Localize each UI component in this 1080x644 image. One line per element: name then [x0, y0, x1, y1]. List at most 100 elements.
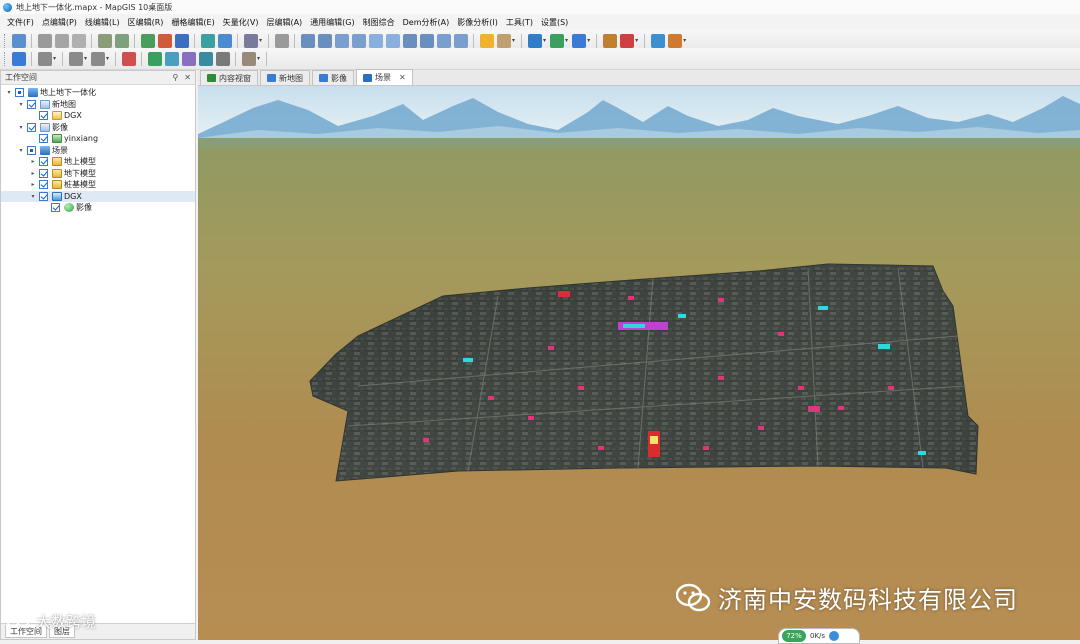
- chart6-icon[interactable]: [385, 33, 400, 48]
- chart10-icon[interactable]: [453, 33, 468, 48]
- menu-item[interactable]: 栅格编辑(E): [167, 17, 218, 28]
- chart2-icon[interactable]: [317, 33, 332, 48]
- pin-icon[interactable]: ⚲: [172, 73, 178, 82]
- expand-toggle-icon[interactable]: ▾: [17, 101, 25, 108]
- camera-icon[interactable]: [243, 33, 258, 48]
- cut-icon[interactable]: [54, 33, 69, 48]
- chart7-icon[interactable]: [402, 33, 417, 48]
- tree-node[interactable]: DGX: [1, 110, 195, 122]
- help-icon[interactable]: [650, 33, 665, 48]
- visibility-checkbox[interactable]: [39, 168, 48, 178]
- menu-item[interactable]: 矢量化(V): [219, 17, 263, 28]
- flow-icon[interactable]: [198, 51, 213, 66]
- edit-attr-icon[interactable]: [114, 33, 129, 48]
- document-tab[interactable]: 影像: [312, 70, 354, 85]
- close-icon[interactable]: ✕: [184, 73, 191, 82]
- dropdown-arrow-icon[interactable]: ▾: [635, 37, 638, 44]
- menu-item[interactable]: 工具(T): [502, 17, 537, 28]
- tree-node[interactable]: ▾ 地上地下一体化: [1, 87, 195, 99]
- print-icon[interactable]: [121, 51, 136, 66]
- visibility-checkbox[interactable]: [39, 180, 48, 190]
- settings-icon[interactable]: [667, 33, 682, 48]
- chart4-icon[interactable]: [351, 33, 366, 48]
- visibility-checkbox[interactable]: [39, 134, 48, 144]
- dropdown-arrow-icon[interactable]: ▾: [683, 37, 686, 44]
- expand-toggle-icon[interactable]: ▾: [17, 124, 25, 131]
- menu-item[interactable]: Dem分析(A): [399, 17, 454, 28]
- attribute-icon[interactable]: [68, 51, 83, 66]
- visibility-checkbox[interactable]: [15, 88, 24, 98]
- home-icon[interactable]: [549, 33, 564, 48]
- tree-node[interactable]: ▸ 地下模型: [1, 168, 195, 180]
- menu-item[interactable]: 区编辑(R): [124, 17, 168, 28]
- menu-item[interactable]: 文件(F): [3, 17, 38, 28]
- menu-item[interactable]: 影像分析(I): [453, 17, 502, 28]
- remove-layer-icon[interactable]: [157, 33, 172, 48]
- export-icon[interactable]: [241, 51, 256, 66]
- query-icon[interactable]: [90, 51, 105, 66]
- tree-node[interactable]: ▸ 地上模型: [1, 156, 195, 168]
- chart5-icon[interactable]: [368, 33, 383, 48]
- menu-item[interactable]: 点编辑(P): [38, 17, 81, 28]
- menu-item[interactable]: 制图综合: [359, 17, 399, 28]
- buffer-icon[interactable]: [164, 51, 179, 66]
- scene-view[interactable]: [198, 86, 1080, 640]
- expand-toggle-icon[interactable]: ▸: [29, 181, 37, 188]
- menu-item[interactable]: 设置(S): [537, 17, 572, 28]
- open-icon[interactable]: [11, 33, 26, 48]
- save-icon[interactable]: [174, 33, 189, 48]
- toolbar-grip[interactable]: [4, 51, 7, 66]
- document-tab[interactable]: 内容视窗: [200, 70, 258, 85]
- menu-item[interactable]: 线编辑(L): [81, 17, 124, 28]
- network-status-widget[interactable]: 72% 0K/s: [778, 628, 860, 644]
- layer-manage-icon[interactable]: [37, 51, 52, 66]
- tree-node[interactable]: ▾ 新地图: [1, 99, 195, 111]
- copy-icon[interactable]: [37, 33, 52, 48]
- grid-icon[interactable]: [571, 33, 586, 48]
- dropdown-arrow-icon[interactable]: ▾: [512, 37, 515, 44]
- visibility-checkbox[interactable]: [27, 145, 36, 155]
- paste-icon[interactable]: [71, 33, 86, 48]
- expand-toggle-icon[interactable]: ▸: [29, 170, 37, 177]
- menu-item[interactable]: 层编辑(A): [262, 17, 306, 28]
- tree-node[interactable]: ▸ 桩基模型: [1, 179, 195, 191]
- path-icon[interactable]: [215, 51, 230, 66]
- navigate-icon[interactable]: [11, 51, 26, 66]
- tree-node[interactable]: ▾ 场景: [1, 145, 195, 157]
- visibility-checkbox[interactable]: [39, 191, 48, 201]
- visibility-checkbox[interactable]: [27, 99, 36, 109]
- chart9-icon[interactable]: [436, 33, 451, 48]
- tree-node[interactable]: ▾ DGX: [1, 190, 195, 202]
- dropdown-arrow-icon[interactable]: ▾: [565, 37, 568, 44]
- globe-icon[interactable]: [527, 33, 542, 48]
- chart3-icon[interactable]: [334, 33, 349, 48]
- visibility-checkbox[interactable]: [39, 111, 48, 121]
- dropdown-arrow-icon[interactable]: ▾: [106, 55, 109, 62]
- visibility-checkbox[interactable]: [39, 157, 48, 167]
- dropdown-arrow-icon[interactable]: ▾: [587, 37, 590, 44]
- dropdown-arrow-icon[interactable]: ▾: [84, 55, 87, 62]
- tree-node[interactable]: yinxiang: [1, 133, 195, 145]
- expand-toggle-icon[interactable]: ▾: [5, 89, 13, 96]
- tab-close-icon[interactable]: ✕: [399, 73, 406, 82]
- expand-toggle-icon[interactable]: ▾: [29, 193, 37, 200]
- visibility-checkbox[interactable]: [27, 122, 36, 132]
- chart8-icon[interactable]: [419, 33, 434, 48]
- chart1-icon[interactable]: [300, 33, 315, 48]
- color-icon[interactable]: [479, 33, 494, 48]
- measure-icon[interactable]: [274, 33, 289, 48]
- tree-node[interactable]: ▾ 影像: [1, 122, 195, 134]
- dropdown-arrow-icon[interactable]: ▾: [257, 55, 260, 62]
- analysis-icon[interactable]: [147, 51, 162, 66]
- scene-canvas[interactable]: [198, 86, 1080, 640]
- overlay-icon[interactable]: [181, 51, 196, 66]
- edit-icon[interactable]: [97, 33, 112, 48]
- select-icon[interactable]: [200, 33, 215, 48]
- add-layer-icon[interactable]: [140, 33, 155, 48]
- expand-toggle-icon[interactable]: ▸: [29, 158, 37, 165]
- dropdown-arrow-icon[interactable]: ▾: [53, 55, 56, 62]
- document-tab[interactable]: 场景 ✕: [356, 69, 413, 85]
- dropdown-arrow-icon[interactable]: ▾: [259, 37, 262, 44]
- magic-icon[interactable]: [619, 33, 634, 48]
- toolbar-grip[interactable]: [4, 33, 7, 48]
